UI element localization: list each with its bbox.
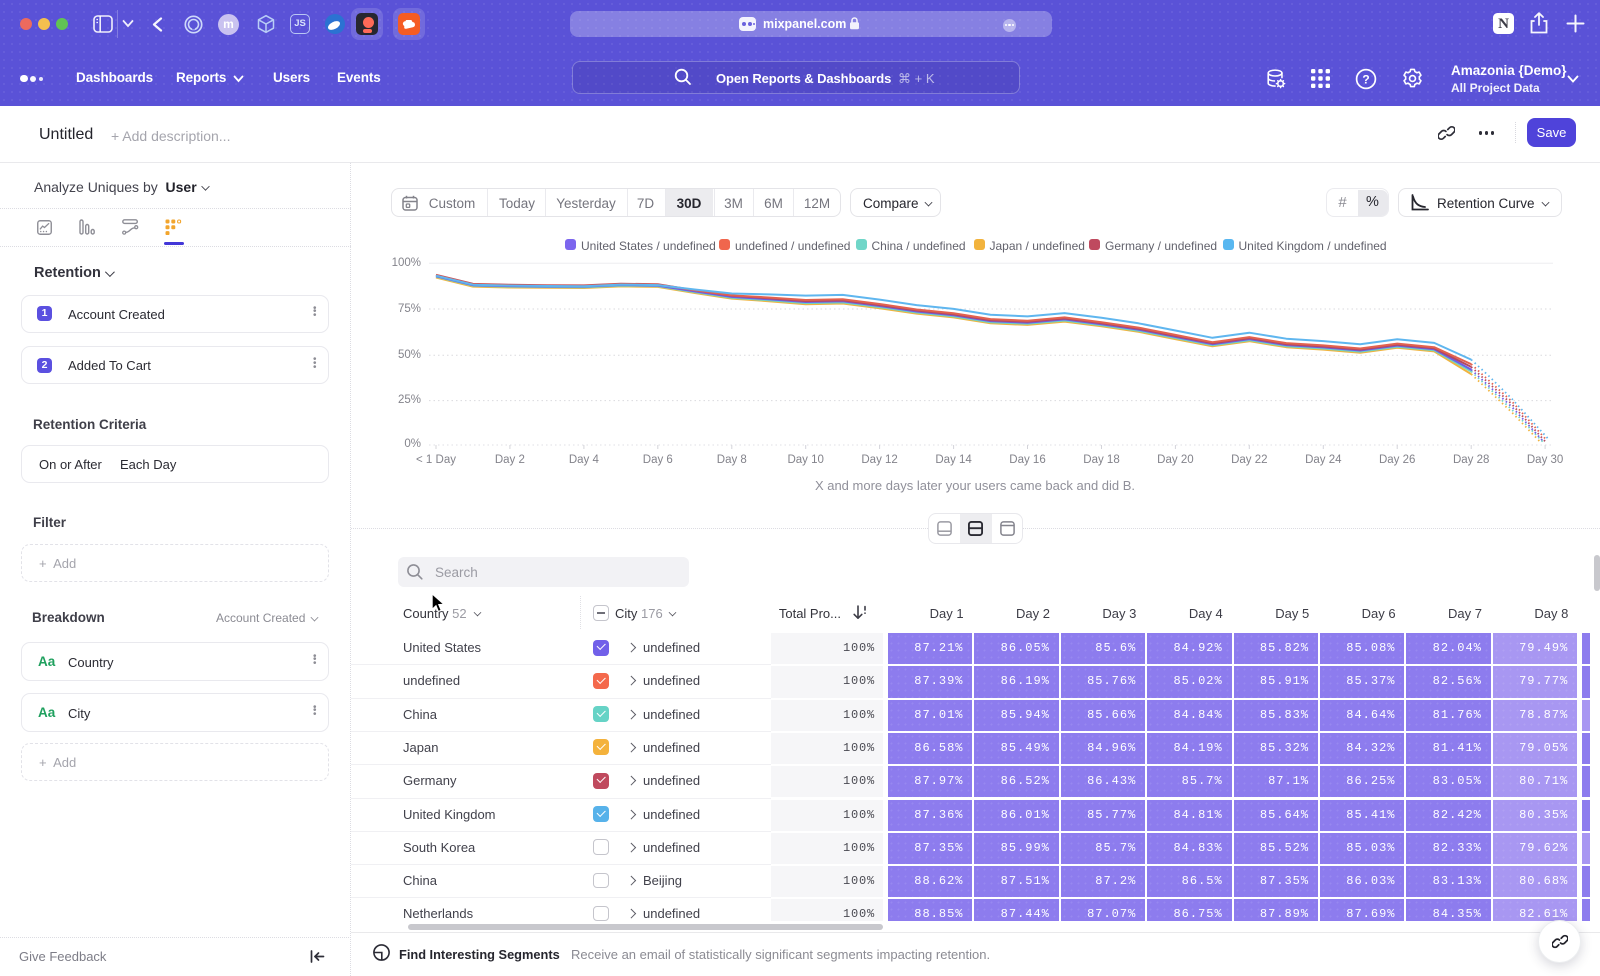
svg-text:?: ? [1362, 72, 1369, 86]
